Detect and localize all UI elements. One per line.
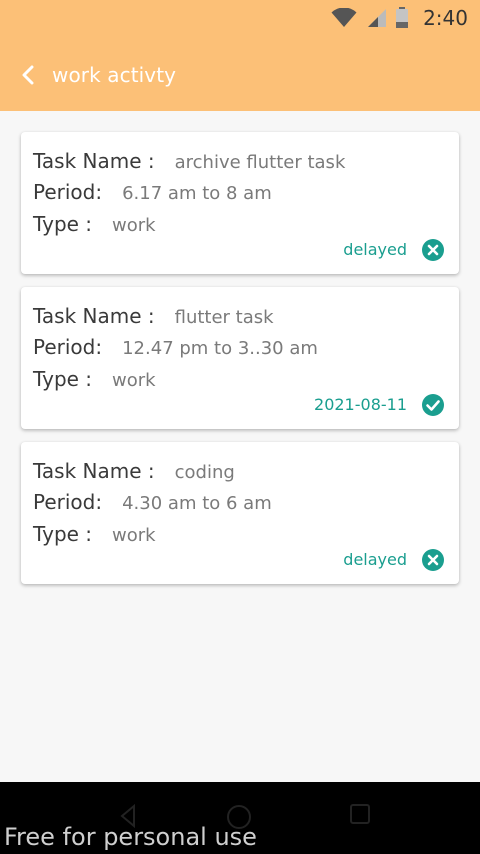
type-row: Type : work	[33, 521, 156, 549]
period-row: Period: 4.30 am to 6 am	[33, 489, 272, 517]
status-text: delayed	[343, 550, 407, 569]
task-name-row: Task Name : flutter task	[33, 303, 274, 331]
check-circle-icon[interactable]	[421, 393, 445, 417]
type-label: Type :	[33, 367, 93, 391]
watermark: Free for personal use	[4, 823, 257, 851]
task-list: Task Name : archive flutter task Period:…	[21, 132, 459, 597]
type-row: Type : work	[33, 366, 156, 394]
task-name-label: Task Name :	[33, 459, 155, 483]
task-card[interactable]: Task Name : coding Period: 4.30 am to 6 …	[21, 442, 459, 584]
period-label: Period:	[33, 180, 103, 204]
period-row: Period: 12.47 pm to 3..30 am	[33, 334, 318, 362]
cancel-circle-icon[interactable]	[421, 548, 445, 572]
back-button[interactable]	[14, 61, 42, 89]
recents-nav-icon[interactable]	[348, 802, 372, 826]
period-label: Period:	[33, 335, 103, 359]
task-name-value: coding	[174, 462, 235, 483]
task-name-row: Task Name : archive flutter task	[33, 148, 345, 176]
type-row: Type : work	[33, 211, 156, 239]
task-name-label: Task Name :	[33, 149, 155, 173]
task-status: delayed	[343, 238, 445, 262]
task-name-row: Task Name : coding	[33, 458, 235, 486]
task-card[interactable]: Task Name : archive flutter task Period:…	[21, 132, 459, 274]
period-value: 4.30 am to 6 am	[122, 493, 272, 514]
task-name-label: Task Name :	[33, 304, 155, 328]
app-bar: work activty	[0, 37, 480, 111]
wifi-icon	[331, 8, 357, 27]
status-text: 2021-08-11	[314, 395, 407, 414]
status-icons: 2:40	[331, 6, 468, 30]
type-label: Type :	[33, 522, 93, 546]
type-value: work	[112, 370, 156, 391]
task-name-value: flutter task	[174, 307, 274, 328]
task-status: delayed	[343, 548, 445, 572]
task-status: 2021-08-11	[314, 393, 445, 417]
type-value: work	[112, 525, 156, 546]
type-label: Type :	[33, 212, 93, 236]
period-label: Period:	[33, 490, 103, 514]
task-name-value: archive flutter task	[174, 152, 346, 173]
back-arrow-icon	[22, 65, 34, 85]
period-value: 6.17 am to 8 am	[122, 183, 272, 204]
type-value: work	[112, 215, 156, 236]
status-time: 2:40	[423, 6, 468, 30]
signal-icon	[368, 9, 387, 27]
status-text: delayed	[343, 240, 407, 259]
task-card[interactable]: Task Name : flutter task Period: 12.47 p…	[21, 287, 459, 429]
page-title: work activty	[52, 63, 177, 87]
battery-icon	[396, 7, 409, 28]
period-value: 12.47 pm to 3..30 am	[122, 338, 318, 359]
status-bar: 2:40	[0, 0, 480, 37]
cancel-circle-icon[interactable]	[421, 238, 445, 262]
period-row: Period: 6.17 am to 8 am	[33, 179, 272, 207]
